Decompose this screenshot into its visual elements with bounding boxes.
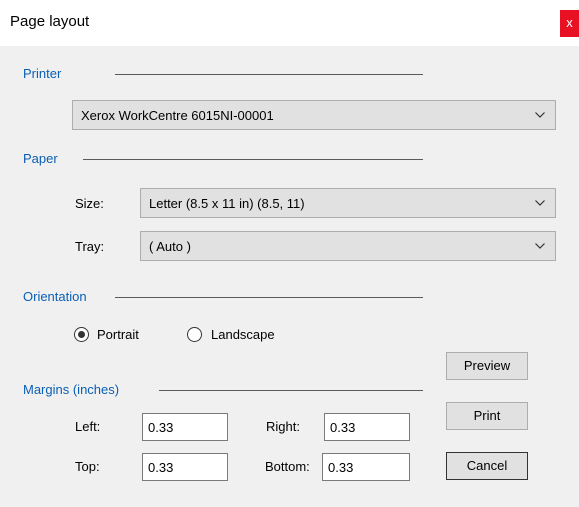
tray-label: Tray:: [75, 239, 105, 254]
portrait-radio-label[interactable]: Portrait: [97, 327, 139, 342]
close-button[interactable]: x: [560, 10, 579, 37]
printer-select-value: Xerox WorkCentre 6015NI-00001: [81, 108, 274, 123]
printer-section-label: Printer: [23, 66, 62, 81]
paper-size-select[interactable]: Letter (8.5 x 11 in) (8.5, 11): [140, 188, 556, 218]
landscape-radio[interactable]: [187, 327, 202, 342]
chevron-down-icon: [535, 200, 545, 206]
title-bar: Page layout x: [0, 0, 579, 46]
printer-select[interactable]: Xerox WorkCentre 6015NI-00001: [72, 100, 556, 130]
preview-button-label: Preview: [463, 358, 511, 373]
printer-section-divider: [115, 74, 423, 75]
close-icon: x: [566, 15, 573, 30]
right-margin-value: 0.33: [330, 420, 356, 435]
left-margin-label: Left:: [75, 419, 101, 434]
chevron-down-icon: [535, 243, 545, 249]
preview-button[interactable]: Preview: [446, 352, 528, 380]
left-margin-value: 0.33: [148, 420, 174, 435]
paper-section-divider: [83, 159, 423, 160]
top-margin-input[interactable]: 0.33: [142, 453, 228, 481]
window-title: Page layout: [10, 13, 90, 30]
orientation-section-label: Orientation: [23, 289, 87, 304]
bottom-margin-value: 0.33: [328, 460, 354, 475]
print-button[interactable]: Print: [446, 402, 528, 430]
size-label: Size:: [75, 196, 104, 211]
portrait-radio[interactable]: [74, 327, 89, 342]
chevron-down-icon: [535, 112, 545, 118]
paper-tray-select[interactable]: ( Auto ): [140, 231, 556, 261]
cancel-button[interactable]: Cancel: [446, 452, 528, 480]
bottom-margin-input[interactable]: 0.33: [322, 453, 410, 481]
landscape-radio-label[interactable]: Landscape: [211, 327, 275, 342]
paper-tray-value: ( Auto ): [149, 239, 191, 254]
bottom-margin-label: Bottom:: [265, 459, 310, 474]
margins-section-label: Margins (inches): [23, 382, 120, 397]
radio-selected-dot: [78, 331, 85, 338]
cancel-button-label: Cancel: [466, 458, 508, 473]
orientation-section-divider: [115, 297, 423, 298]
right-margin-label: Right:: [266, 419, 300, 434]
margins-section-divider: [159, 390, 423, 391]
right-margin-input[interactable]: 0.33: [324, 413, 410, 441]
top-margin-label: Top:: [75, 459, 100, 474]
print-button-label: Print: [473, 408, 501, 423]
paper-section-label: Paper: [23, 151, 58, 166]
left-margin-input[interactable]: 0.33: [142, 413, 228, 441]
paper-size-value: Letter (8.5 x 11 in) (8.5, 11): [149, 196, 305, 211]
top-margin-value: 0.33: [148, 460, 174, 475]
